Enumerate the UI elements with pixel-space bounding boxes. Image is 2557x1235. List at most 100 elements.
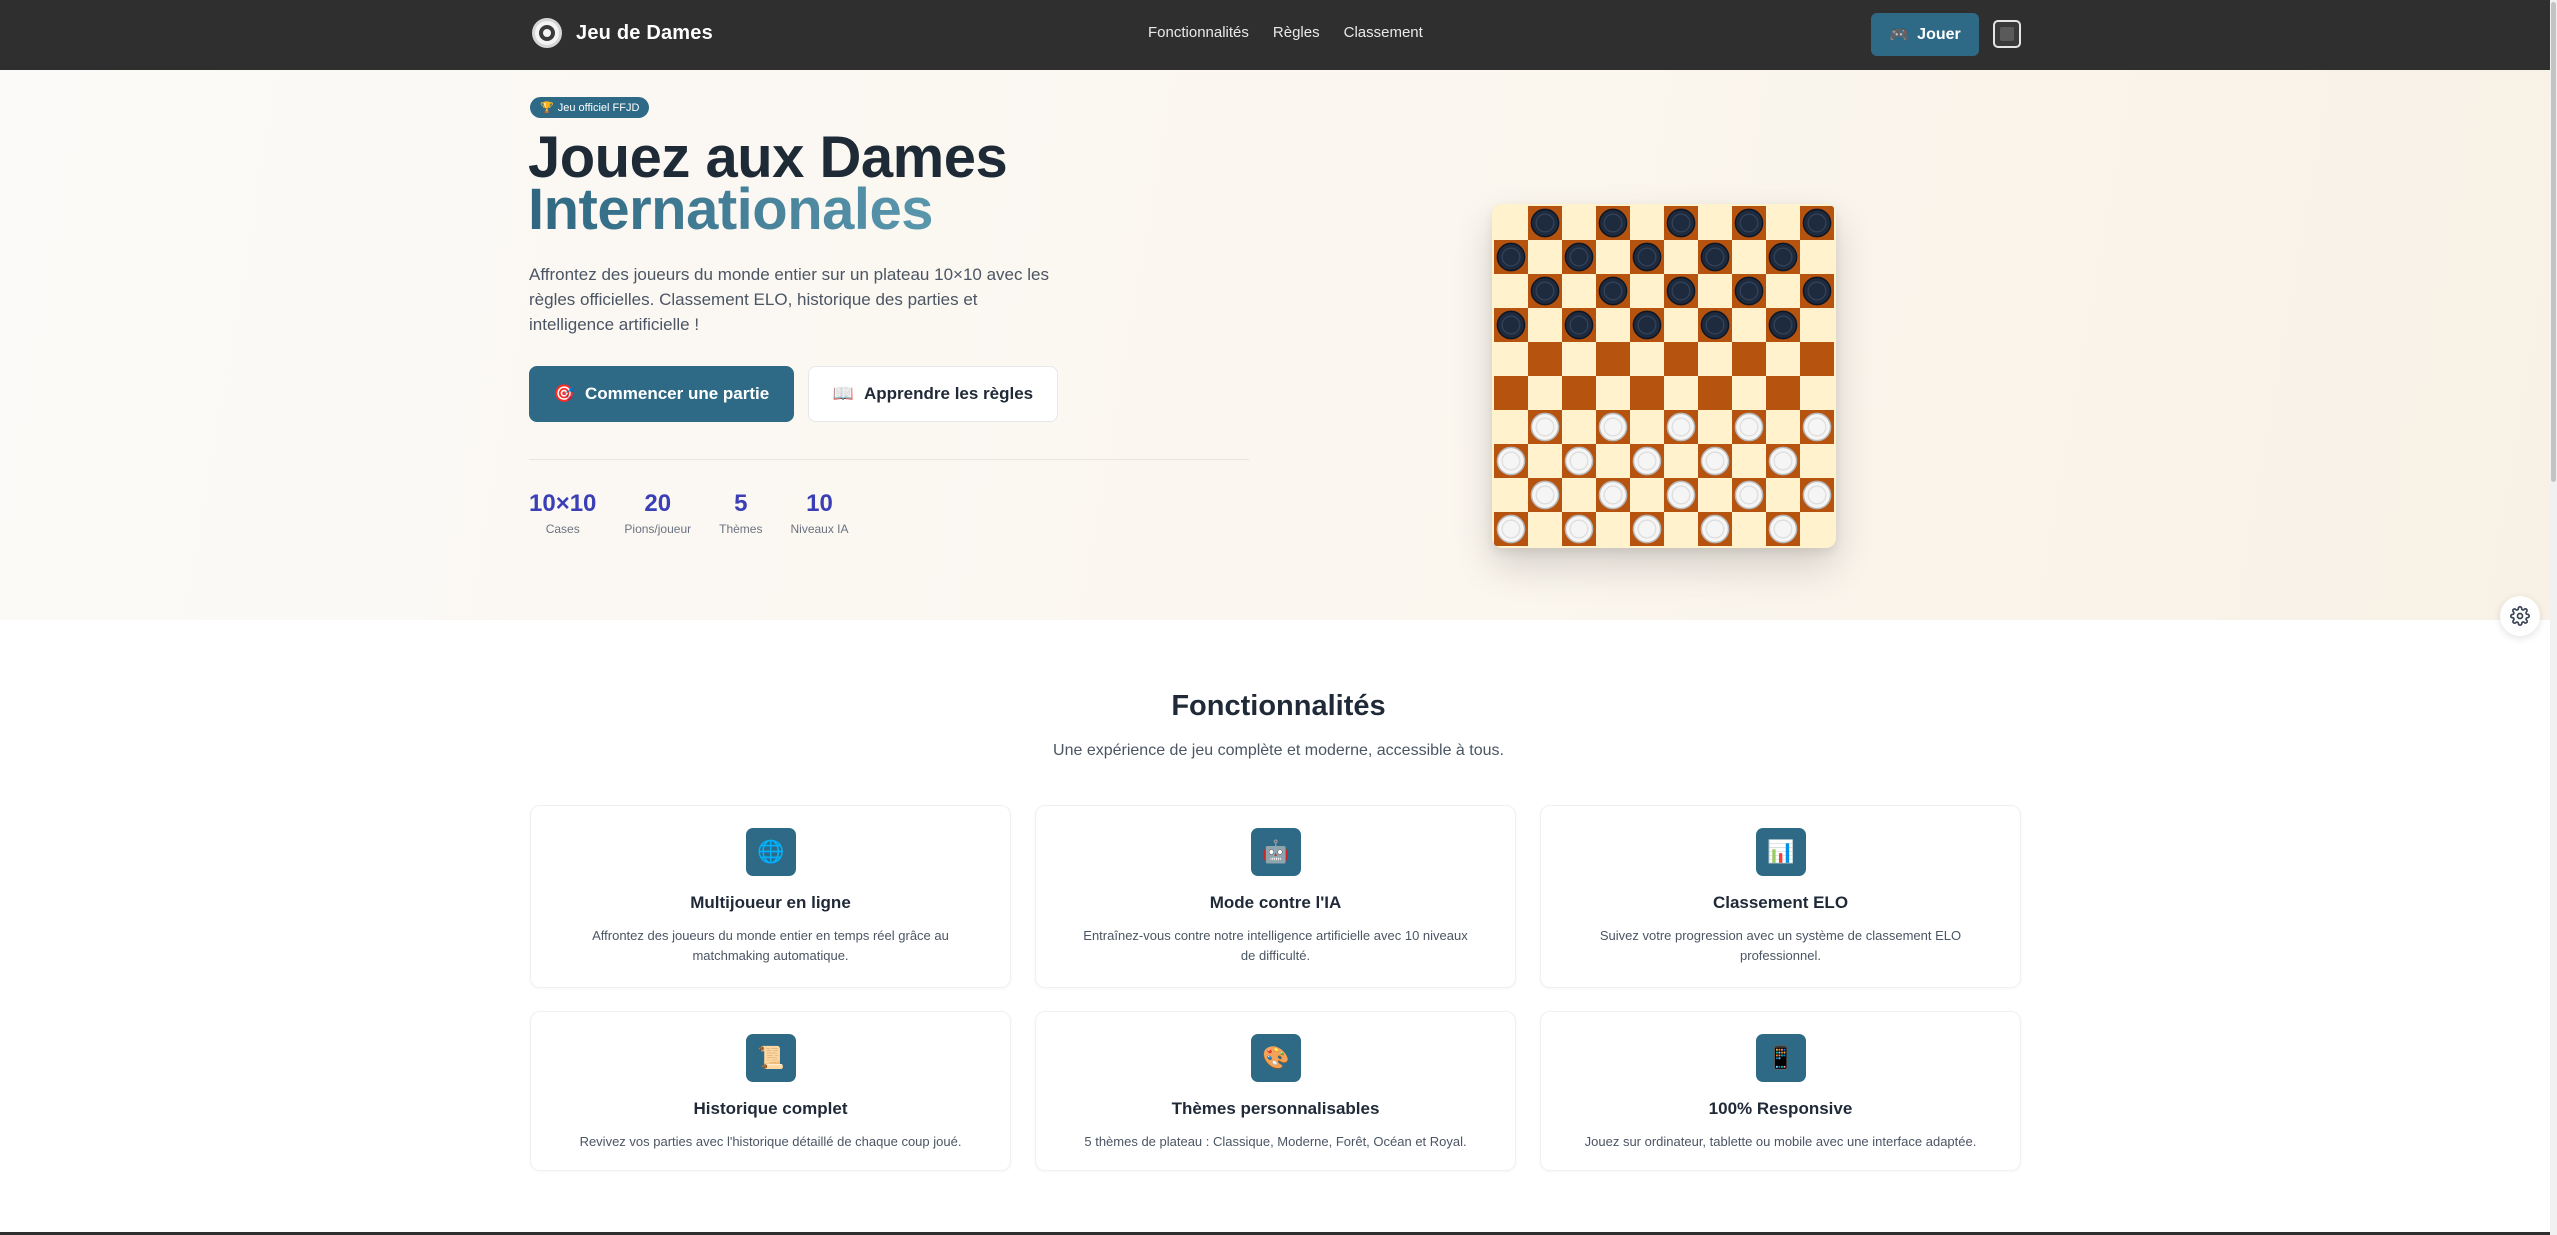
light-piece: [1734, 412, 1764, 442]
board-square-light: [1596, 308, 1630, 342]
board-square-light: [1562, 478, 1596, 512]
board-square-light: [1664, 376, 1698, 410]
dark-piece: [1700, 310, 1730, 340]
board-square-light: [1766, 274, 1800, 308]
scrollbar-thumb[interactable]: [2551, 2, 2556, 482]
feature-card: 📜 Historique complet Revivez vos parties…: [530, 1011, 1011, 1171]
board-square-light: [1630, 478, 1664, 512]
stat-value: 10: [806, 490, 833, 517]
features-subtitle: Une expérience de jeu complète et modern…: [1053, 742, 1504, 759]
menu-toggle-button[interactable]: [1993, 20, 2021, 48]
board-square-light: [1562, 410, 1596, 444]
stat-value: 20: [644, 490, 672, 517]
board-square-light: [1698, 342, 1732, 376]
play-button-label: Jouer: [1917, 25, 1961, 43]
light-piece: [1530, 412, 1560, 442]
board-square-light: [1596, 444, 1630, 478]
gear-icon: [2510, 606, 2530, 626]
gamepad-icon: 🎮: [1889, 26, 1910, 44]
light-piece: [1564, 514, 1594, 544]
play-button[interactable]: 🎮 Jouer: [1871, 13, 1979, 56]
stat-item: 20 Pions/joueur: [624, 490, 691, 536]
light-piece: [1802, 412, 1832, 442]
dark-piece: [1598, 276, 1628, 306]
light-piece: [1496, 446, 1526, 476]
dark-piece: [1632, 242, 1662, 272]
board-square-light: [1596, 240, 1630, 274]
board-square-dark: [1698, 376, 1732, 410]
dark-piece: [1700, 242, 1730, 272]
dark-piece: [1666, 276, 1696, 306]
light-piece: [1768, 514, 1798, 544]
board-square-light: [1766, 206, 1800, 240]
mobile-icon: 📱: [1756, 1034, 1806, 1082]
board-square-light: [1732, 444, 1766, 478]
hero-description: Affrontez des joueurs du monde entier su…: [529, 265, 1049, 334]
stat-item: 10×10 Cases: [529, 490, 596, 536]
book-icon: 📖: [832, 384, 855, 403]
board-square-light: [1494, 206, 1528, 240]
board-square-light: [1494, 274, 1528, 308]
dark-piece: [1530, 208, 1560, 238]
board-square-light: [1528, 240, 1562, 274]
nav-link-regles[interactable]: Règles: [1273, 24, 1320, 41]
chart-icon: 📊: [1756, 828, 1806, 876]
stat-label: Cases: [545, 522, 580, 536]
board-square-light: [1528, 444, 1562, 478]
feature-card: 📱 100% Responsive Jouez sur ordinateur, …: [1540, 1011, 2021, 1171]
dark-piece: [1734, 208, 1764, 238]
board-square-light: [1494, 342, 1528, 376]
badge-label: Jeu officiel FFJD: [557, 101, 640, 114]
feature-card-title: 100% Responsive: [1708, 1099, 1853, 1118]
board-square-light: [1596, 376, 1630, 410]
navbar: Jeu de Dames Fonctionnalités Règles Clas…: [0, 0, 2557, 70]
board-square-light: [1562, 274, 1596, 308]
stat-label: Niveaux IA: [790, 522, 849, 536]
hero-section: 🏆 Jeu officiel FFJD Jouez aux Dames Inte…: [0, 70, 2557, 620]
nav-link-classement[interactable]: Classement: [1344, 24, 1423, 41]
board-square-light: [1630, 342, 1664, 376]
board-square-light: [1698, 274, 1732, 308]
feature-card: 🌐 Multijoueur en ligne Affrontez des jou…: [530, 805, 1011, 988]
board-square-light: [1732, 308, 1766, 342]
light-piece: [1632, 446, 1662, 476]
light-piece: [1700, 446, 1730, 476]
nav-link-fonctionnalites[interactable]: Fonctionnalités: [1148, 24, 1249, 41]
board-square-light: [1800, 376, 1834, 410]
start-game-button[interactable]: 🎯 Commencer une partie: [529, 366, 794, 422]
learn-rules-label: Apprendre les règles: [864, 384, 1034, 403]
light-piece: [1564, 446, 1594, 476]
board-square-light: [1528, 308, 1562, 342]
stats-row: 10×10 Cases 20 Pions/joueur 5 Thèmes 10 …: [529, 490, 877, 536]
board-square-light: [1732, 240, 1766, 274]
brand-name: Jeu de Dames: [576, 21, 713, 44]
nav-links: Fonctionnalités Règles Classement: [1148, 24, 1423, 41]
light-piece: [1598, 412, 1628, 442]
learn-rules-button[interactable]: 📖 Apprendre les règles: [808, 366, 1058, 422]
board-square-light: [1664, 512, 1698, 546]
hero-divider: [529, 459, 1249, 460]
feature-card: 🎨 Thèmes personnalisables 5 thèmes de pl…: [1035, 1011, 1516, 1171]
feature-card-title: Historique complet: [693, 1099, 848, 1118]
feature-card-description: Entraînez-vous contre notre intelligence…: [1083, 928, 1468, 963]
brand[interactable]: Jeu de Dames: [532, 18, 713, 48]
board-square-dark: [1494, 376, 1528, 410]
board-square-light: [1494, 410, 1528, 444]
board-square-light: [1732, 512, 1766, 546]
light-piece: [1496, 514, 1526, 544]
light-piece: [1700, 514, 1730, 544]
feature-card-description: Jouez sur ordinateur, tablette ou mobile…: [1584, 1134, 1977, 1149]
light-piece: [1598, 480, 1628, 510]
feature-card-title: Mode contre l'IA: [1209, 893, 1342, 912]
hero-title-line2: Internationales: [528, 177, 934, 242]
target-icon: 🎯: [553, 384, 575, 403]
settings-button[interactable]: [2500, 596, 2540, 636]
board-square-light: [1732, 376, 1766, 410]
board-square-dark: [1630, 376, 1664, 410]
official-badge: 🏆 Jeu officiel FFJD: [530, 97, 650, 118]
dark-piece: [1768, 310, 1798, 340]
board-square-dark: [1732, 342, 1766, 376]
feature-card-description: Suivez votre progression avec un système…: [1599, 928, 1962, 963]
globe-icon: 🌐: [746, 828, 796, 876]
dark-piece: [1666, 208, 1696, 238]
